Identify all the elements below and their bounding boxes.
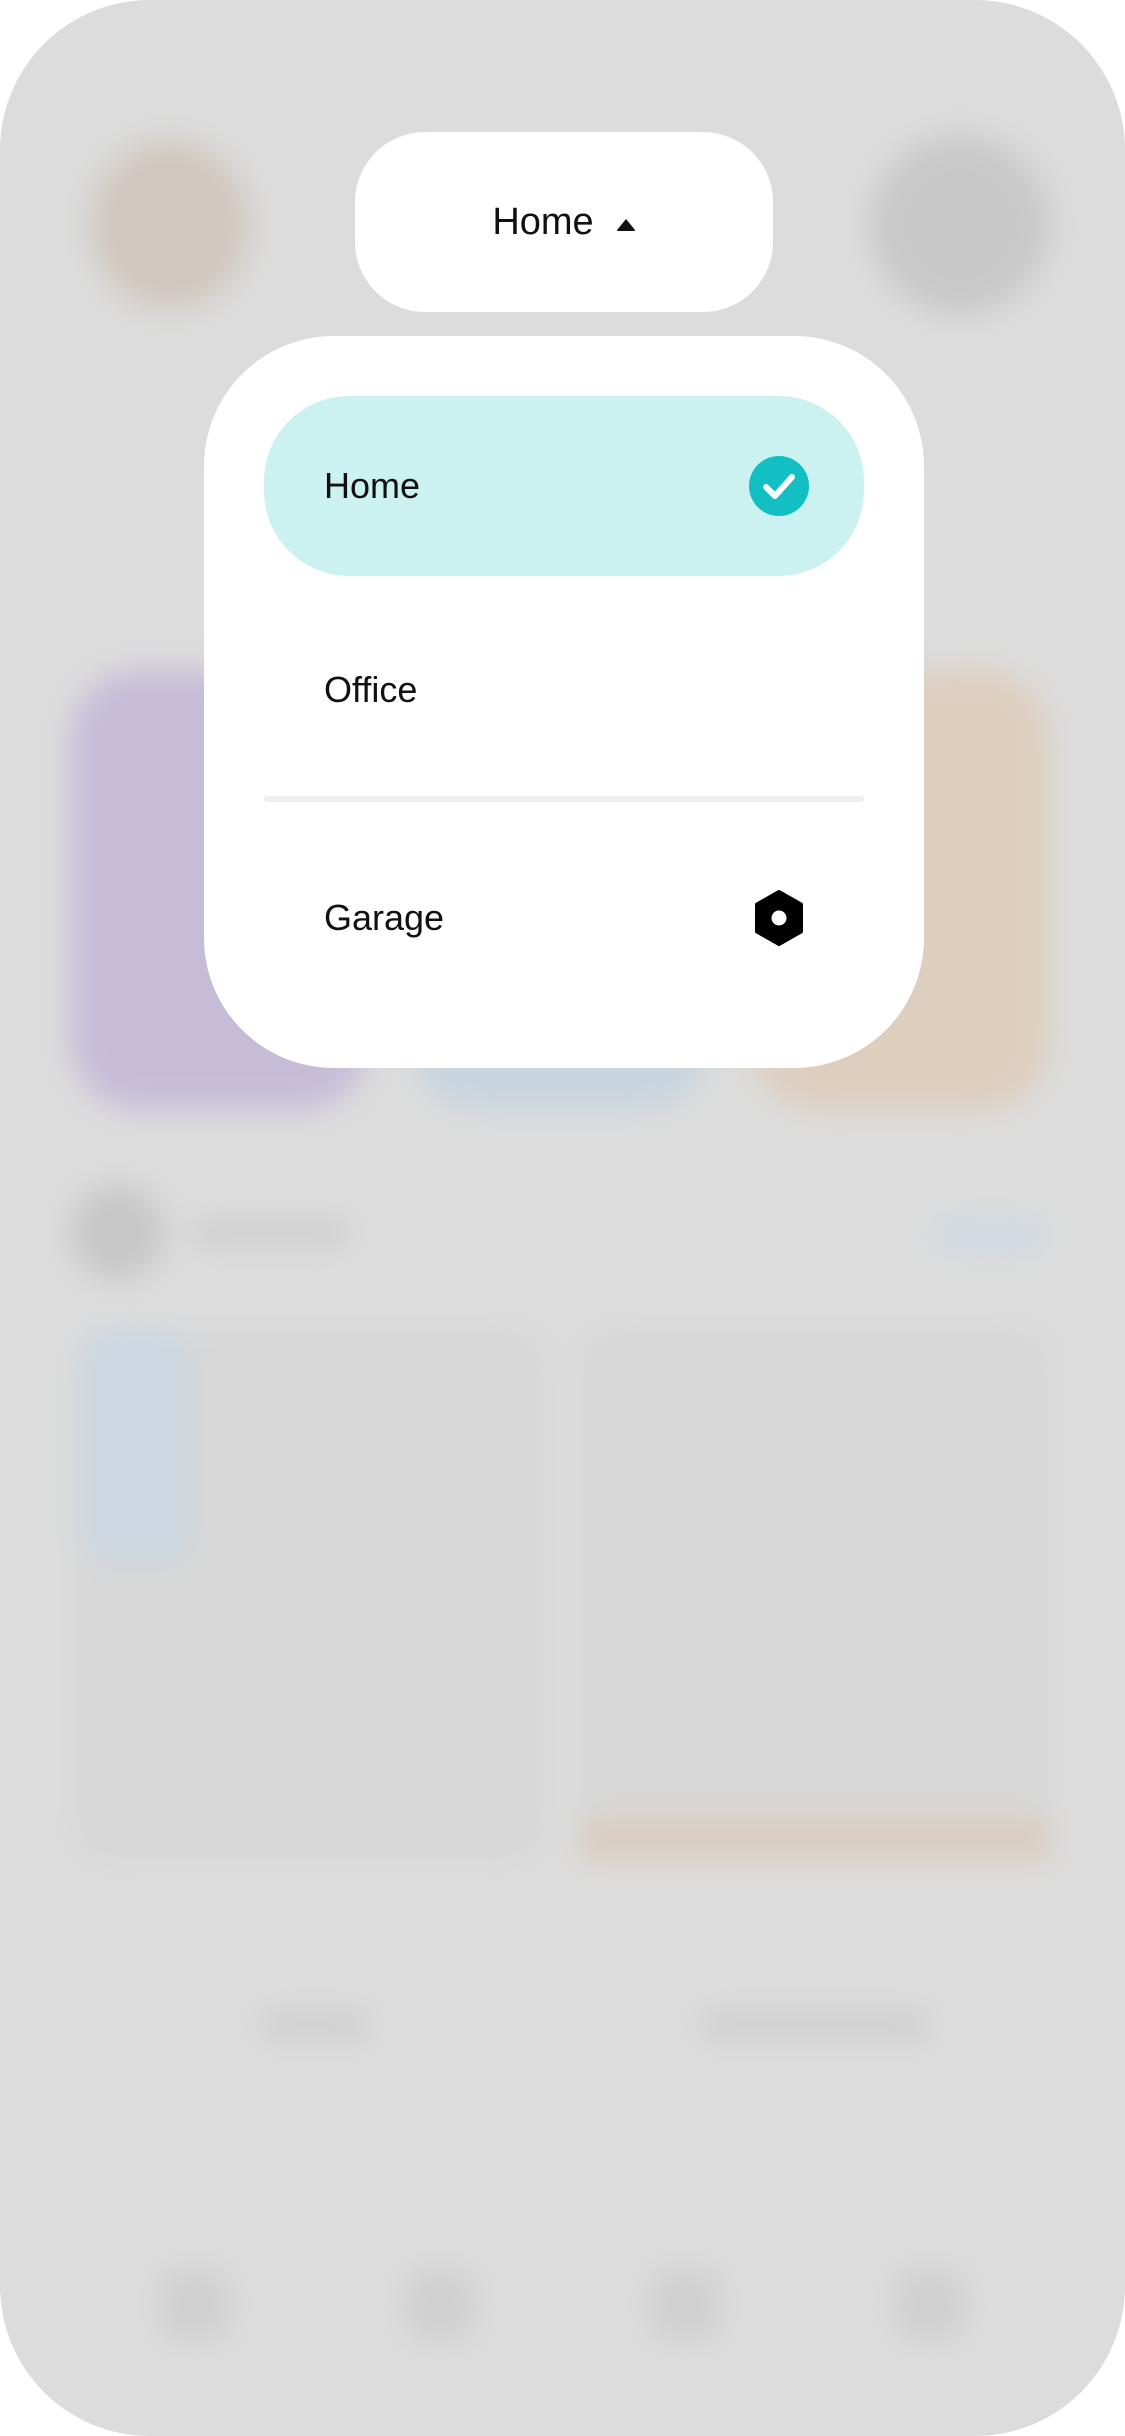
- menu-item-label: Office: [324, 669, 418, 710]
- menu-divider: [264, 796, 864, 802]
- section-title-blurred: [190, 1220, 350, 1246]
- section-icon: [70, 1185, 165, 1280]
- device-tile: [580, 1330, 1050, 1860]
- phone-screen: Home Home Office Garage: [0, 0, 1125, 2436]
- menu-item-garage[interactable]: Garage: [264, 828, 864, 1008]
- nav-icon: [405, 2270, 475, 2340]
- nav-icon: [895, 2270, 965, 2340]
- tile-progress: [580, 1820, 1050, 1860]
- tile-label-blurred: [700, 2010, 930, 2040]
- profile-avatar: [90, 140, 250, 310]
- menu-item-office[interactable]: Office: [264, 600, 864, 780]
- location-selector-label: Home: [492, 200, 594, 243]
- caret-up-icon: [616, 217, 636, 231]
- section-link-blurred: [930, 1215, 1050, 1255]
- tile-accent: [80, 1330, 190, 1560]
- nav-icon: [650, 2270, 720, 2340]
- menu-item-label: Garage: [324, 897, 445, 938]
- menu-item-home[interactable]: Home: [264, 396, 864, 576]
- nav-home-icon: [160, 2270, 230, 2340]
- location-menu: Home Office Garage: [204, 336, 924, 1068]
- menu-item-label: Home: [324, 465, 421, 506]
- hexagon-nut-icon: [749, 888, 809, 948]
- location-selector-button[interactable]: Home: [355, 132, 773, 312]
- tile-label-blurred: [260, 2010, 370, 2040]
- check-circle-icon: [749, 456, 809, 516]
- settings-button-blurred: [870, 135, 1050, 315]
